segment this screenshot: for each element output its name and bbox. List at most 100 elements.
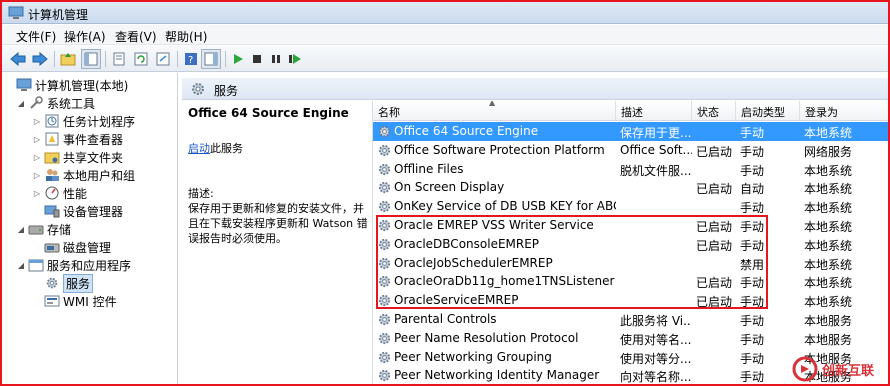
service-status: 已启动 — [696, 295, 733, 310]
service-name: Peer Networking Grouping — [394, 349, 552, 364]
menu-file[interactable]: 文件(F) — [16, 28, 56, 45]
tree-item-services-and-apps[interactable]: ◢ 服务和应用程序 — [16, 256, 131, 274]
service-row[interactable]: Office Software Protection Platform Offic… — [373, 141, 888, 160]
service-gear-icon — [378, 163, 391, 175]
tree-label: 系统工具 — [47, 96, 96, 111]
collapse-arrow-icon[interactable]: ◢ — [16, 225, 26, 234]
tree-label: 设备管理器 — [63, 204, 124, 219]
start-service-suffix: 此服务 — [210, 142, 243, 155]
column-header-name[interactable]: 名称 ▲ — [373, 101, 616, 121]
svg-text:?: ? — [188, 55, 193, 66]
tree-item-event-viewer[interactable]: ▷ 事件查看器 — [32, 130, 123, 148]
tree-item-performance[interactable]: ▷ 性能 — [32, 184, 87, 202]
tree-item-computer-management[interactable]: 计算机管理(本地) — [4, 76, 128, 94]
menu-view[interactable]: 查看(V) — [115, 28, 157, 45]
task-scheduler-icon — [45, 114, 59, 128]
tree-label: 性能 — [63, 186, 88, 201]
expand-arrow-icon[interactable]: ▷ — [32, 189, 42, 198]
tree-label: 磁盘管理 — [63, 240, 112, 255]
event-viewer-icon — [45, 132, 59, 146]
tree-item-task-scheduler[interactable]: ▷ 任务计划程序 — [32, 112, 135, 130]
service-row[interactable]: Offline Files 脱机文件服... 手动 本地系统 — [373, 160, 888, 179]
expand-arrow-icon[interactable]: ▷ — [32, 153, 42, 162]
service-gear-icon — [378, 351, 391, 363]
tree-label: 任务计划程序 — [63, 114, 136, 129]
menu-help[interactable]: 帮助(H) — [165, 28, 207, 45]
collapse-arrow-icon[interactable]: ◢ — [16, 261, 26, 270]
tree-item-system-tools[interactable]: ◢ 系统工具 — [16, 94, 95, 112]
tree-label: 计算机管理(本地) — [35, 78, 129, 93]
tree-item-wmi-control[interactable]: WMI 控件 — [32, 292, 117, 310]
column-status-label: 状态 — [697, 106, 719, 119]
column-header-logon-as[interactable]: 登录为 — [800, 101, 888, 121]
service-row[interactable]: OracleJobSchedulerEMREP 禁用 本地系统 — [373, 254, 888, 273]
service-logon-as: 本地系统 — [804, 182, 853, 197]
service-row[interactable]: OnKey Service of DB USB KEY for ABC 手动 本地系… — [373, 197, 888, 216]
console-tree: 计算机管理(本地) ◢ 系统工具 ▷ 任务计划程序 ▷ 事件查看器 ▷ 共享文件… — [2, 73, 178, 384]
tree-item-device-manager[interactable]: 设备管理器 — [32, 202, 123, 220]
expand-arrow-icon[interactable]: ▷ — [32, 135, 42, 144]
service-description-panel: Office 64 Source Engine 启动此服务 描述: 保存用于更新… — [182, 101, 368, 384]
service-row[interactable]: On Screen Display 已启动 自动 本地系统 — [373, 178, 888, 197]
column-header-startup-type[interactable]: 启动类型 — [736, 101, 800, 121]
service-logon-as: 本地系统 — [804, 295, 853, 310]
service-name: Office 64 Source Engine — [394, 124, 539, 138]
action-pane-icon[interactable] — [201, 49, 221, 69]
title-bar: 计算机管理 — [2, 2, 888, 24]
export-icon[interactable] — [153, 49, 173, 69]
service-status: 已启动 — [696, 238, 733, 253]
column-header-status[interactable]: 状态 — [692, 101, 736, 121]
device-manager-icon — [44, 205, 60, 218]
services-list: 名称 ▲ 描述 状态 启动类型 登录为 Office 64 Source Eng… — [372, 101, 888, 385]
play-icon[interactable] — [228, 49, 248, 69]
refresh-icon[interactable] — [131, 49, 151, 69]
service-row[interactable]: OracleOraDb11g_home1TNSListener 已启动 手动 本地系统 — [373, 272, 888, 291]
restart-icon[interactable] — [285, 49, 305, 69]
watermark-logo-icon — [792, 356, 818, 382]
tree-label: 本地用户和组 — [63, 168, 136, 183]
console-tree-icon[interactable] — [81, 49, 101, 69]
service-name: Parental Controls — [394, 312, 497, 326]
service-row[interactable]: Office 64 Source Engine 保存用于更... 手动 本地系统 — [373, 122, 888, 141]
description-label: 描述: — [188, 187, 214, 200]
expand-arrow-icon[interactable]: ▷ — [32, 117, 42, 126]
help-icon[interactable]: ? — [181, 49, 201, 69]
stop-icon[interactable] — [247, 49, 267, 69]
computer-management-icon — [8, 6, 24, 19]
selected-service-name: Office 64 Source Engine — [188, 106, 349, 120]
service-row[interactable]: OracleDBConsoleEMREP 已启动 手动 本地系统 — [373, 235, 888, 254]
menu-action[interactable]: 操作(A) — [64, 28, 106, 45]
back-icon[interactable] — [8, 49, 28, 69]
tree-item-disk-management[interactable]: 磁盘管理 — [32, 238, 111, 256]
service-startup-type: 手动 — [740, 295, 765, 310]
tree-item-services[interactable]: 服务 — [32, 273, 94, 293]
service-gear-icon — [378, 295, 391, 307]
shared-folder-icon — [44, 152, 60, 164]
tree-item-local-users-groups[interactable]: ▷ 本地用户和组 — [32, 166, 135, 184]
service-row[interactable]: OracleServiceEMREP 已启动 手动 本地系统 — [373, 291, 888, 310]
service-row[interactable]: Oracle EMREP VSS Writer Service 已启动 手动 本地系统 — [373, 216, 888, 235]
service-name: OracleServiceEMREP — [394, 293, 519, 308]
service-logon-as: 网络服务 — [804, 144, 853, 159]
service-row[interactable]: Peer Name Resolution Protocol 使用对等名... 手动 本… — [373, 329, 888, 348]
tree-item-shared-folders[interactable]: ▷ 共享文件夹 — [32, 148, 123, 166]
forward-icon[interactable] — [30, 49, 50, 69]
service-startup-type: 手动 — [740, 370, 765, 385]
wmi-icon — [44, 295, 60, 307]
pause-icon[interactable] — [266, 49, 286, 69]
services-apps-icon — [28, 259, 44, 272]
service-gear-icon — [378, 276, 391, 288]
up-folder-icon[interactable] — [58, 49, 78, 69]
tree-item-storage[interactable]: ◢ 存储 — [16, 220, 71, 238]
service-gear-icon — [378, 182, 391, 194]
collapse-arrow-icon[interactable]: ◢ — [16, 99, 26, 108]
service-description: 向对等名称... — [620, 370, 692, 385]
start-service-link[interactable]: 启动 — [188, 142, 210, 155]
tree-label: 存储 — [47, 222, 72, 237]
service-startup-type: 手动 — [740, 276, 765, 291]
services-title: 服务 — [214, 84, 239, 98]
service-row[interactable]: Parental Controls 此服务将 Vi... 手动 本地服务 — [373, 310, 888, 329]
column-header-description[interactable]: 描述 — [616, 101, 692, 121]
expand-arrow-icon[interactable]: ▷ — [32, 171, 42, 180]
properties-icon[interactable] — [109, 49, 129, 69]
